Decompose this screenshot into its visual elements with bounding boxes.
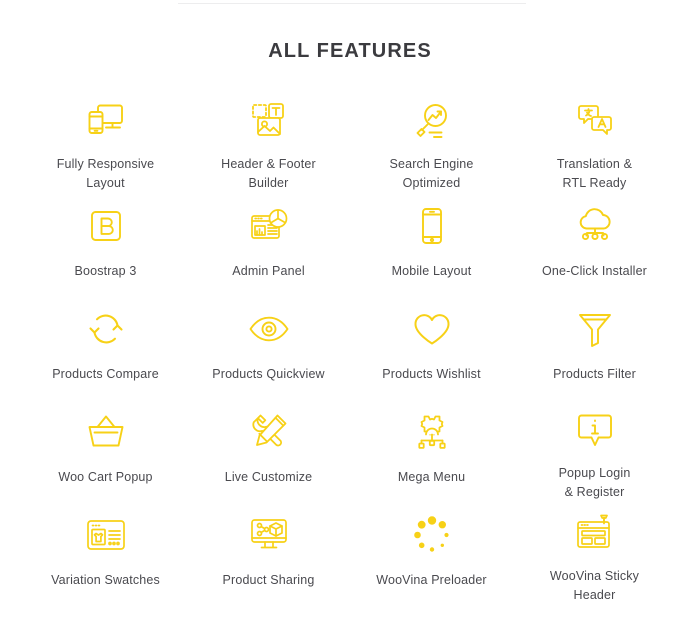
feature-label: Mega Menu	[397, 470, 466, 484]
feature-item-popup-login-register[interactable]: Popup Login & Register	[513, 392, 676, 499]
share-monitor-icon	[247, 511, 291, 559]
feature-label: WooVina Preloader	[376, 573, 487, 587]
feature-label: Products Quickview	[212, 367, 325, 381]
eye-icon	[247, 305, 291, 353]
mobile-phone-icon	[410, 202, 454, 250]
feature-item-woo-cart-popup[interactable]: Woo Cart Popup	[24, 392, 187, 495]
feature-item-products-quickview[interactable]: Products Quickview	[187, 289, 350, 392]
feature-label: Variation Swatches	[51, 573, 160, 587]
feature-label: Admin Panel	[232, 264, 305, 278]
dashboard-chart-icon	[247, 202, 291, 250]
feature-item-fully-responsive-layout[interactable]: Fully Responsive Layout	[24, 83, 187, 190]
feature-item-admin-panel[interactable]: Admin Panel	[187, 186, 350, 289]
features-grid: Fully Responsive Layout Header & Footer …	[0, 83, 700, 602]
wrench-pencil-icon	[247, 408, 291, 456]
sticky-header-icon	[573, 511, 617, 555]
responsive-devices-icon	[84, 99, 128, 143]
gear-network-icon	[410, 408, 454, 456]
compare-arrows-icon	[84, 305, 128, 353]
feature-item-woovina-preloader[interactable]: WooVina Preloader	[350, 495, 513, 598]
feature-item-search-engine-optimized[interactable]: Search Engine Optimized	[350, 83, 513, 190]
header-footer-builder-icon	[247, 99, 291, 143]
feature-label: One-Click Installer	[542, 264, 647, 278]
feature-item-mobile-layout[interactable]: Mobile Layout	[350, 186, 513, 289]
feature-label: Products Compare	[52, 367, 159, 381]
spinner-dots-icon	[410, 511, 454, 559]
swatches-panel-icon	[84, 511, 128, 559]
feature-item-mega-menu[interactable]: Mega Menu	[350, 392, 513, 495]
feature-label: Woo Cart Popup	[58, 470, 153, 484]
feature-label: Products Wishlist	[382, 367, 481, 381]
all-features-section: ALL FEATURES Fully Responsive Layout Hea…	[0, 0, 700, 621]
cloud-install-icon	[573, 202, 617, 250]
feature-item-translation-rtl-ready[interactable]: Translation & RTL Ready	[513, 83, 676, 190]
shopping-basket-icon	[84, 408, 128, 456]
feature-item-bootstrap-3[interactable]: Boostrap 3	[24, 186, 187, 289]
feature-label: Mobile Layout	[391, 264, 472, 278]
feature-label: Product Sharing	[222, 573, 315, 587]
feature-item-product-sharing[interactable]: Product Sharing	[187, 495, 350, 598]
page-title: ALL FEATURES	[268, 40, 432, 62]
bootstrap-b-icon	[84, 202, 128, 250]
feature-item-live-customize[interactable]: Live Customize	[187, 392, 350, 495]
info-bubble-icon	[573, 408, 617, 452]
feature-label: WooVina Sticky Header	[549, 569, 640, 603]
heart-icon	[410, 305, 454, 353]
feature-item-header-footer-builder[interactable]: Header & Footer Builder	[187, 83, 350, 190]
funnel-icon	[573, 305, 617, 353]
top-divider	[178, 3, 526, 4]
feature-item-products-filter[interactable]: Products Filter	[513, 289, 676, 392]
feature-item-woovina-sticky-header[interactable]: WooVina Sticky Header	[513, 495, 676, 602]
feature-item-products-compare[interactable]: Products Compare	[24, 289, 187, 392]
magnifier-chart-icon	[410, 99, 454, 143]
translation-bubbles-icon	[573, 99, 617, 143]
feature-item-products-wishlist[interactable]: Products Wishlist	[350, 289, 513, 392]
feature-item-variation-swatches[interactable]: Variation Swatches	[24, 495, 187, 598]
feature-label: Products Filter	[553, 367, 636, 381]
feature-item-one-click-installer[interactable]: One-Click Installer	[513, 186, 676, 289]
feature-label: Live Customize	[224, 470, 313, 484]
feature-label: Boostrap 3	[74, 264, 137, 278]
